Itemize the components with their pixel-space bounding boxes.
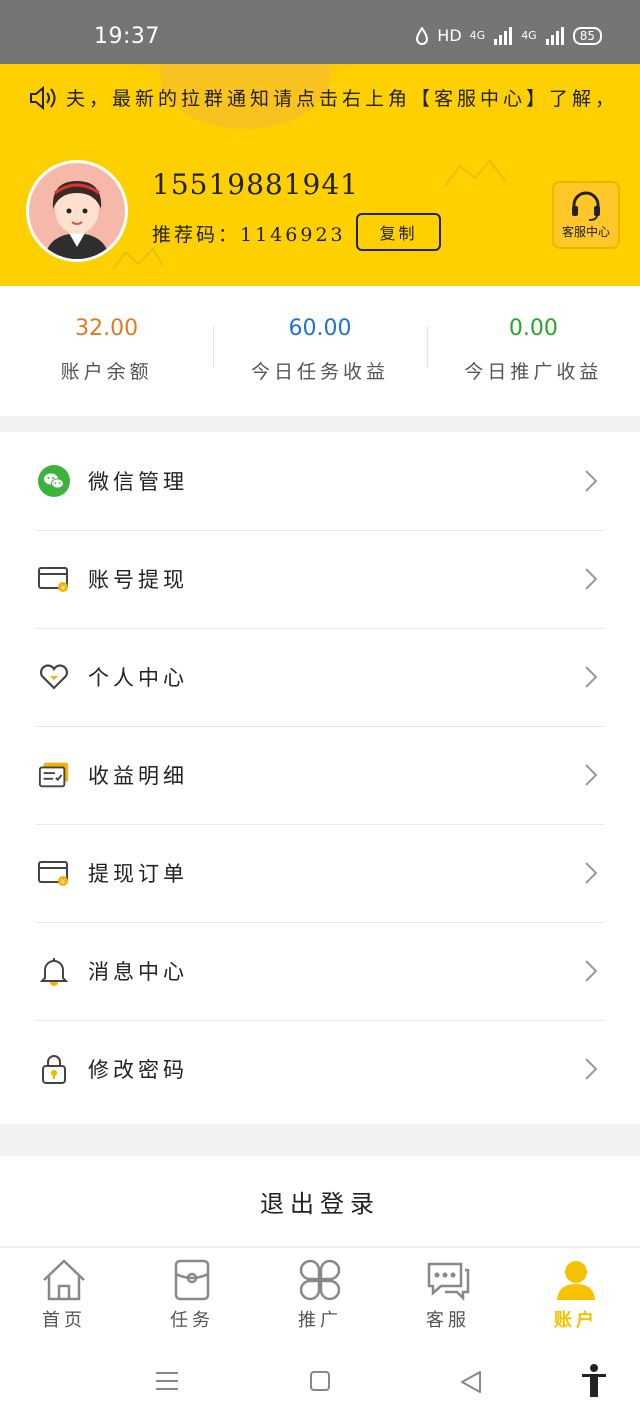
logout-button[interactable]: 退出登录 — [0, 1156, 640, 1246]
tab-service[interactable]: 客服 — [384, 1248, 512, 1348]
stats-panel: 32.00 账户余额 60.00 今日任务收益 0.00 今日推广收益 — [0, 286, 640, 416]
phone-number: 15519881941 — [152, 168, 359, 201]
avatar-image — [29, 163, 125, 259]
menu-item-label: 提现订单 — [88, 862, 188, 886]
avatar[interactable] — [26, 160, 128, 262]
network-label: HD — [437, 26, 462, 45]
copy-button[interactable]: 复制 — [356, 213, 441, 251]
svg-text:¥: ¥ — [61, 584, 66, 592]
menu-item-withdraw-account[interactable]: ¥ 账号提现 — [0, 530, 640, 628]
signal-2-label: 4G — [521, 29, 537, 42]
chevron-right-icon — [585, 1058, 598, 1080]
back-icon[interactable] — [459, 1370, 483, 1398]
stat-value: 32.00 — [75, 316, 139, 341]
income-card-icon — [38, 759, 70, 791]
decoration-icon — [112, 247, 164, 270]
home-square-icon[interactable] — [309, 1370, 331, 1396]
chevron-right-icon — [585, 764, 598, 786]
chevron-right-icon — [585, 960, 598, 982]
menu-item-withdraw-orders[interactable]: ¥ 提现订单 — [0, 824, 640, 922]
stat-label: 今日推广收益 — [464, 361, 603, 383]
chat-icon — [427, 1262, 470, 1302]
wechat-icon — [38, 465, 70, 497]
svg-text:¥: ¥ — [61, 878, 66, 886]
tab-label: 推广 — [298, 1310, 342, 1331]
bell-icon — [38, 955, 70, 987]
tab-label: 账户 — [554, 1310, 598, 1331]
menu-item-wechat[interactable]: 微信管理 — [0, 432, 640, 530]
menu-item-income-detail[interactable]: 收益明细 — [0, 726, 640, 824]
headset-icon — [572, 191, 600, 221]
referral-code: 推荐码：1146923 — [152, 224, 346, 246]
stat-balance: 32.00 账户余额 — [0, 286, 213, 416]
heart-icon — [38, 661, 70, 693]
menu-icon[interactable] — [155, 1370, 179, 1396]
clover-icon — [299, 1259, 341, 1301]
tab-promote[interactable]: 推广 — [256, 1248, 384, 1348]
bottom-tab-bar: 首页 任务 推广 客服 账户 — [0, 1248, 640, 1348]
tab-home[interactable]: 首页 — [0, 1248, 128, 1348]
status-time: 19:37 — [94, 24, 160, 49]
signal-icon — [545, 26, 564, 45]
profile-header: 夫，最新的拉群通知请点击右上角【客服中心】了解， 15519881941 推荐码… — [0, 64, 640, 286]
chevron-right-icon — [585, 666, 598, 688]
menu-item-label: 消息中心 — [88, 960, 188, 984]
stat-label: 账户余额 — [60, 361, 153, 383]
stat-value: 60.00 — [288, 316, 352, 341]
status-bar: 19:37 HD 4G 4G 85 — [0, 0, 640, 64]
chevron-right-icon — [585, 568, 598, 590]
tab-label: 首页 — [42, 1310, 86, 1331]
menu-item-label: 微信管理 — [88, 470, 188, 494]
task-icon — [174, 1259, 210, 1301]
lock-icon — [38, 1053, 70, 1085]
service-center-label: 客服中心 — [561, 224, 610, 239]
stat-label: 今日任务收益 — [250, 361, 389, 383]
speaker-icon — [30, 85, 56, 110]
stat-task-income: 60.00 今日任务收益 — [213, 286, 426, 416]
menu-item-messages[interactable]: 消息中心 — [0, 922, 640, 1020]
chevron-right-icon — [585, 470, 598, 492]
user-icon — [557, 1261, 595, 1300]
tab-label: 客服 — [426, 1310, 470, 1331]
notice-text: 夫，最新的拉群通知请点击右上角【客服中心】了解， — [66, 88, 619, 110]
home-icon — [43, 1259, 85, 1301]
notice-bar[interactable]: 夫，最新的拉群通知请点击右上角【客服中心】了解， — [28, 84, 618, 111]
tab-account[interactable]: 账户 — [512, 1248, 640, 1348]
status-icons: HD 4G 4G 85 — [415, 26, 602, 45]
menu-item-label: 修改密码 — [88, 1058, 188, 1082]
menu-list: 微信管理 ¥ 账号提现 个人中心 收益明细 ¥ 提现订单 消息中心 修改密码 — [0, 432, 640, 1124]
stat-value: 0.00 — [508, 316, 558, 341]
decoration-icon — [444, 159, 506, 187]
menu-item-label: 账号提现 — [88, 568, 188, 592]
accessibility-icon[interactable] — [580, 1364, 608, 1402]
signal-icon — [494, 26, 513, 45]
signal-1-label: 4G — [469, 29, 486, 42]
drop-icon — [416, 26, 429, 45]
menu-item-change-password[interactable]: 修改密码 — [0, 1020, 640, 1118]
stat-promo-income: 0.00 今日推广收益 — [426, 286, 640, 416]
tab-tasks[interactable]: 任务 — [128, 1248, 256, 1348]
menu-item-label: 个人中心 — [88, 666, 188, 690]
service-center-button[interactable]: 客服中心 — [552, 181, 620, 249]
chevron-right-icon — [585, 862, 598, 884]
tab-label: 任务 — [170, 1310, 214, 1331]
menu-item-label: 收益明细 — [88, 764, 188, 788]
wallet-icon: ¥ — [38, 857, 70, 889]
menu-item-personal-center[interactable]: 个人中心 — [0, 628, 640, 726]
wallet-icon: ¥ — [38, 563, 70, 595]
system-navigation-bar — [0, 1348, 640, 1422]
battery-indicator: 85 — [572, 26, 602, 45]
